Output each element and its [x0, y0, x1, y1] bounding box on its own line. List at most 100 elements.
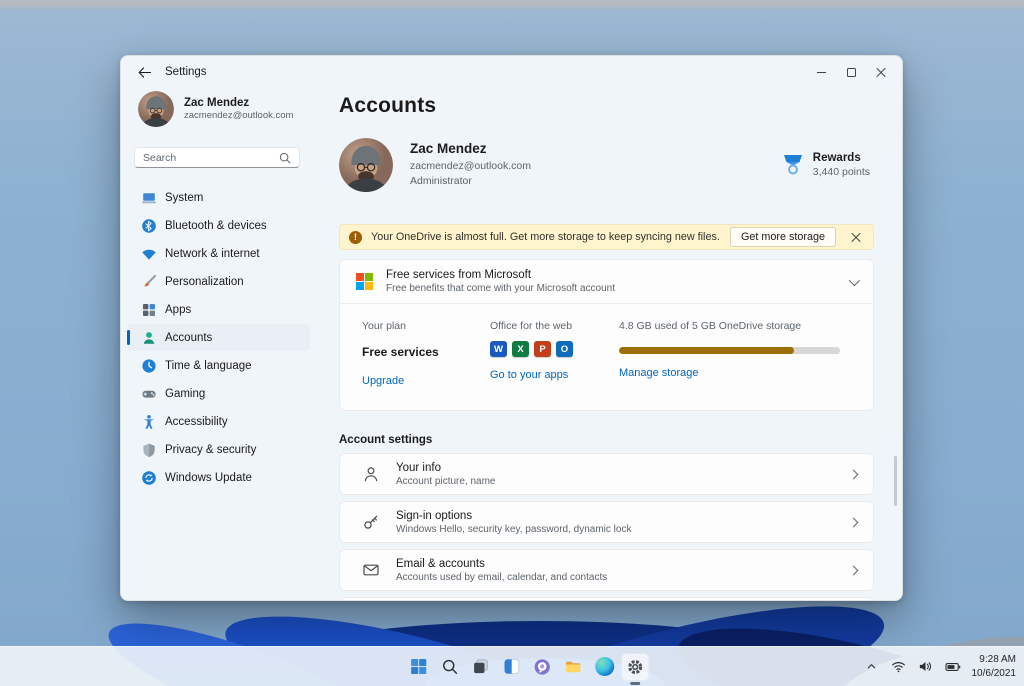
window-title: Settings	[165, 66, 207, 78]
sidebar-item-bluetooth-devices[interactable]: Bluetooth & devices	[127, 212, 310, 239]
banner-close-button[interactable]	[845, 227, 867, 247]
settings-window: Settings Zac Mendez zacmendez@outlook.co…	[120, 55, 903, 601]
search-box[interactable]	[134, 147, 300, 168]
clock-date: 10/6/2021	[971, 667, 1017, 679]
row-subtitle: Account picture, name	[396, 475, 496, 487]
outlook-icon[interactable]: O	[556, 341, 573, 357]
sidebar-item-label: System	[165, 191, 204, 204]
task-view-icon	[473, 659, 488, 674]
go-to-apps-link[interactable]: Go to your apps	[490, 369, 568, 381]
sidebar-item-label: Accessibility	[165, 415, 228, 428]
back-button[interactable]	[131, 61, 157, 83]
maximize-button[interactable]	[836, 60, 866, 84]
sidebar-item-label: Accounts	[165, 331, 213, 344]
sidebar-item-privacy-security[interactable]: Privacy & security	[127, 436, 310, 463]
sidebar-item-label: Privacy & security	[165, 443, 257, 456]
storage-progress-bar	[619, 347, 840, 354]
word-icon[interactable]: W	[490, 341, 507, 357]
taskbar-search-button[interactable]	[435, 653, 463, 681]
sidebar-item-label: Bluetooth & devices	[165, 219, 267, 232]
taskbar-start-button[interactable]	[404, 653, 432, 681]
sidebar-item-time-language[interactable]: Time & language	[127, 352, 310, 379]
sidebar-user-name: Zac Mendez	[184, 96, 250, 109]
sidebar-item-label: Personalization	[165, 275, 244, 288]
sidebar-item-label: Apps	[165, 303, 192, 316]
scrollbar-thumb[interactable]	[894, 456, 897, 506]
chevron-down-icon[interactable]	[848, 274, 861, 286]
settings-row-partial[interactable]	[339, 597, 874, 600]
close-icon	[876, 67, 886, 77]
minimize-button[interactable]	[806, 60, 836, 84]
email-accounts-row[interactable]: Email & accounts Accounts used by email,…	[339, 549, 874, 591]
battery-icon[interactable]	[944, 659, 961, 675]
gamepad-icon	[141, 386, 157, 402]
sidebar-item-label: Windows Update	[165, 471, 252, 484]
sidebar-item-apps[interactable]: Apps	[127, 296, 310, 323]
taskbar-edge-button[interactable]	[590, 653, 618, 681]
excel-icon[interactable]: X	[512, 341, 529, 357]
rewards-badge[interactable]: Rewards 3,440 points	[782, 152, 874, 178]
manage-storage-link[interactable]: Manage storage	[619, 367, 699, 379]
office-web-label: Office for the web	[490, 320, 573, 332]
volume-icon[interactable]	[918, 659, 934, 675]
row-title: Your info	[396, 461, 441, 474]
user-avatar	[138, 91, 174, 127]
onedrive-warning-banner: ! Your OneDrive is almost full. Get more…	[339, 224, 874, 250]
clock-globe-icon	[141, 358, 157, 374]
sidebar-item-windows-update[interactable]: Windows Update	[127, 464, 310, 491]
person-outline-icon	[362, 465, 380, 483]
taskbar-chat-button[interactable]	[528, 653, 556, 681]
rewards-label: Rewards	[812, 152, 861, 164]
storage-usage-label: 4.8 GB used of 5 GB OneDrive storage	[619, 320, 802, 332]
windows-start-icon	[410, 658, 426, 675]
avatar-image	[138, 91, 174, 127]
chevron-right-icon	[848, 469, 859, 479]
your-info-row[interactable]: Your info Account picture, name	[339, 453, 874, 495]
search-icon	[279, 152, 291, 163]
taskbar-settings-button[interactable]	[621, 652, 650, 685]
sidebar-item-personalization[interactable]: Personalization	[127, 268, 310, 295]
row-title: Sign-in options	[396, 509, 473, 522]
powerpoint-icon[interactable]: P	[534, 341, 551, 357]
sidebar-item-network-internet[interactable]: Network & internet	[127, 240, 310, 267]
free-services-header[interactable]: Free services from Microsoft Free benefi…	[340, 260, 873, 303]
system-icon	[141, 190, 157, 206]
taskbar-file-explorer-button[interactable]	[559, 653, 587, 681]
wifi-status-icon[interactable]	[891, 659, 907, 675]
accessibility-icon	[141, 414, 157, 430]
sidebar-user-email: zacmendez@outlook.com	[184, 110, 294, 122]
taskbar-clock[interactable]: 9:28 AM 10/6/2021	[972, 653, 1017, 680]
main-content: Accounts Zac Mendez zacmendez@outlook.co…	[339, 88, 902, 600]
bluetooth-icon	[141, 218, 157, 234]
search-input[interactable]	[143, 151, 279, 164]
apps-grid-icon	[141, 302, 157, 318]
tray-chevron-up-icon[interactable]	[864, 659, 880, 675]
settings-gear-icon	[628, 659, 643, 674]
sidebar-item-gaming[interactable]: Gaming	[127, 380, 310, 407]
account-profile-header: Zac Mendez zacmendez@outlook.com Adminis…	[339, 138, 874, 192]
upgrade-link[interactable]: Upgrade	[362, 375, 404, 387]
taskbar: 9:28 AM 10/6/2021	[0, 646, 1024, 686]
taskbar-widgets-button[interactable]	[497, 653, 525, 681]
sidebar-nav: System Bluetooth & devices Network & int…	[127, 184, 310, 491]
sidebar-item-system[interactable]: System	[127, 184, 310, 211]
sign-in-options-row[interactable]: Sign-in options Windows Hello, security …	[339, 501, 874, 543]
account-avatar[interactable]	[339, 138, 393, 192]
get-more-storage-button[interactable]: Get more storage	[729, 227, 836, 247]
account-settings-list: Your info Account picture, name Sign-in …	[339, 453, 874, 600]
sidebar-user-profile[interactable]: Zac Mendez zacmendez@outlook.com	[138, 91, 310, 127]
office-app-icons: W X P O	[490, 341, 619, 357]
update-arrows-icon	[141, 470, 157, 486]
back-arrow-icon	[138, 66, 151, 78]
sidebar: Zac Mendez zacmendez@outlook.com System …	[121, 88, 339, 600]
taskbar-task-view-button[interactable]	[466, 653, 494, 681]
microsoft-logo-icon	[356, 273, 373, 290]
rewards-icon	[783, 155, 802, 175]
edge-icon	[594, 657, 614, 676]
sidebar-item-accounts[interactable]: Accounts	[127, 324, 310, 351]
close-button[interactable]	[866, 60, 896, 84]
chevron-right-icon	[848, 565, 859, 575]
search-icon	[442, 659, 457, 674]
chat-icon	[534, 658, 550, 675]
sidebar-item-accessibility[interactable]: Accessibility	[127, 408, 310, 435]
